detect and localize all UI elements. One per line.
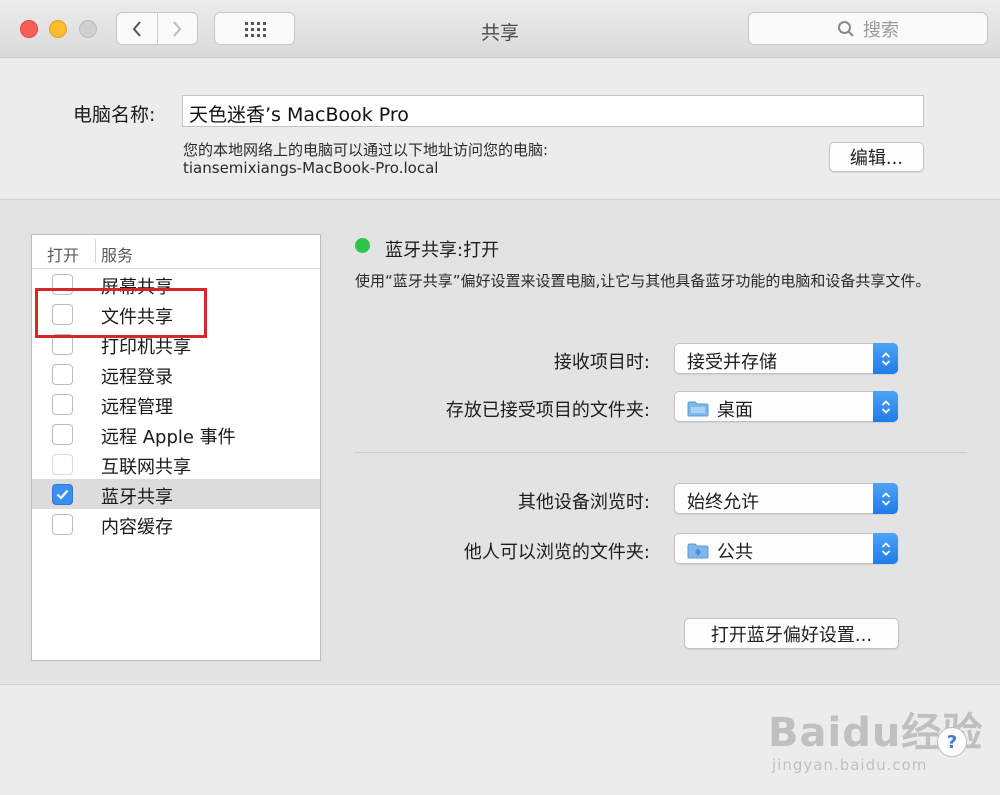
service-description: 使用“蓝牙共享”偏好设置来设置电脑,让它与其他具备蓝牙功能的电脑和设备共享文件。 <box>355 272 931 290</box>
popup-stepper-icon <box>873 391 898 422</box>
service-label: 远程管理 <box>101 397 173 418</box>
watermark-url: jingyan.baidu.com <box>772 756 928 774</box>
folder-value: 桌面 <box>717 400 753 421</box>
checkmark-icon <box>56 489 69 500</box>
browse-value: 始终允许 <box>687 492 759 513</box>
search-field[interactable]: 搜索 <box>748 12 988 45</box>
local-address: tiansemixiangs-MacBook-Pro.local <box>183 159 439 177</box>
service-row-content-caching[interactable]: 内容缓存 <box>32 509 320 539</box>
service-row-internet-sharing[interactable]: 互联网共享 <box>32 449 320 479</box>
checkbox-content-caching[interactable] <box>52 514 73 535</box>
title-bar: 共享 搜索 <box>0 0 1000 58</box>
sharing-window: 共享 搜索 电脑名称: 天色迷香’s MacBook Pro 您的本地网络上的电… <box>0 0 1000 795</box>
receive-popup[interactable]: 接受并存储 <box>674 343 898 374</box>
folder-label: 存放已接受项目的文件夹: <box>445 400 650 421</box>
address-note: 您的本地网络上的电脑可以通过以下地址访问您的电脑: <box>183 141 549 159</box>
service-row-remote-management[interactable]: 远程管理 <box>32 389 320 419</box>
service-row-bluetooth-sharing[interactable]: 蓝牙共享 <box>32 479 320 509</box>
receive-value: 接受并存储 <box>687 352 777 373</box>
browse-label: 其他设备浏览时: <box>517 492 650 513</box>
public-folder-icon <box>687 543 709 559</box>
header-divider <box>95 239 96 263</box>
checkbox-bluetooth-sharing[interactable] <box>52 484 73 505</box>
checkbox-remote-management[interactable] <box>52 394 73 415</box>
popup-stepper-icon <box>873 533 898 564</box>
service-row-remote-login[interactable]: 远程登录 <box>32 359 320 389</box>
service-label: 内容缓存 <box>101 517 173 538</box>
service-label: 蓝牙共享 <box>101 487 173 508</box>
highlight-box <box>35 288 207 338</box>
header-service: 服务 <box>101 246 134 265</box>
folder-icon <box>687 401 709 417</box>
folder-popup[interactable]: 桌面 <box>674 391 898 422</box>
service-status: 蓝牙共享:打开 <box>385 240 500 261</box>
search-icon <box>838 20 854 37</box>
service-row-remote-apple-events[interactable]: 远程 Apple 事件 <box>32 419 320 449</box>
browse-folder-popup[interactable]: 公共 <box>674 533 898 564</box>
service-label: 远程登录 <box>101 367 173 388</box>
header-on: 打开 <box>47 246 80 265</box>
help-button[interactable]: ? <box>937 727 967 757</box>
popup-stepper-icon <box>873 483 898 514</box>
status-indicator <box>355 238 370 253</box>
browse-folder-label: 他人可以浏览的文件夹: <box>463 542 650 563</box>
service-label: 互联网共享 <box>101 457 191 478</box>
browse-folder-value: 公共 <box>717 542 753 563</box>
checkbox-remote-login[interactable] <box>52 364 73 385</box>
services-header: 打开 服务 <box>32 235 320 269</box>
open-bluetooth-prefs-button[interactable]: 打开蓝牙偏好设置... <box>684 618 899 649</box>
edit-button[interactable]: 编辑... <box>829 142 924 172</box>
receive-label: 接收项目时: <box>553 352 650 373</box>
popup-stepper-icon <box>873 343 898 374</box>
computer-name-input[interactable]: 天色迷香’s MacBook Pro <box>182 95 924 127</box>
computer-name-label: 电脑名称: <box>73 104 156 126</box>
browse-popup[interactable]: 始终允许 <box>674 483 898 514</box>
checkbox-remote-apple-events[interactable] <box>52 424 73 445</box>
service-label: 远程 Apple 事件 <box>101 427 236 448</box>
checkbox-internet-sharing[interactable] <box>52 454 73 475</box>
search-placeholder: 搜索 <box>863 19 899 41</box>
section-divider <box>355 452 967 453</box>
